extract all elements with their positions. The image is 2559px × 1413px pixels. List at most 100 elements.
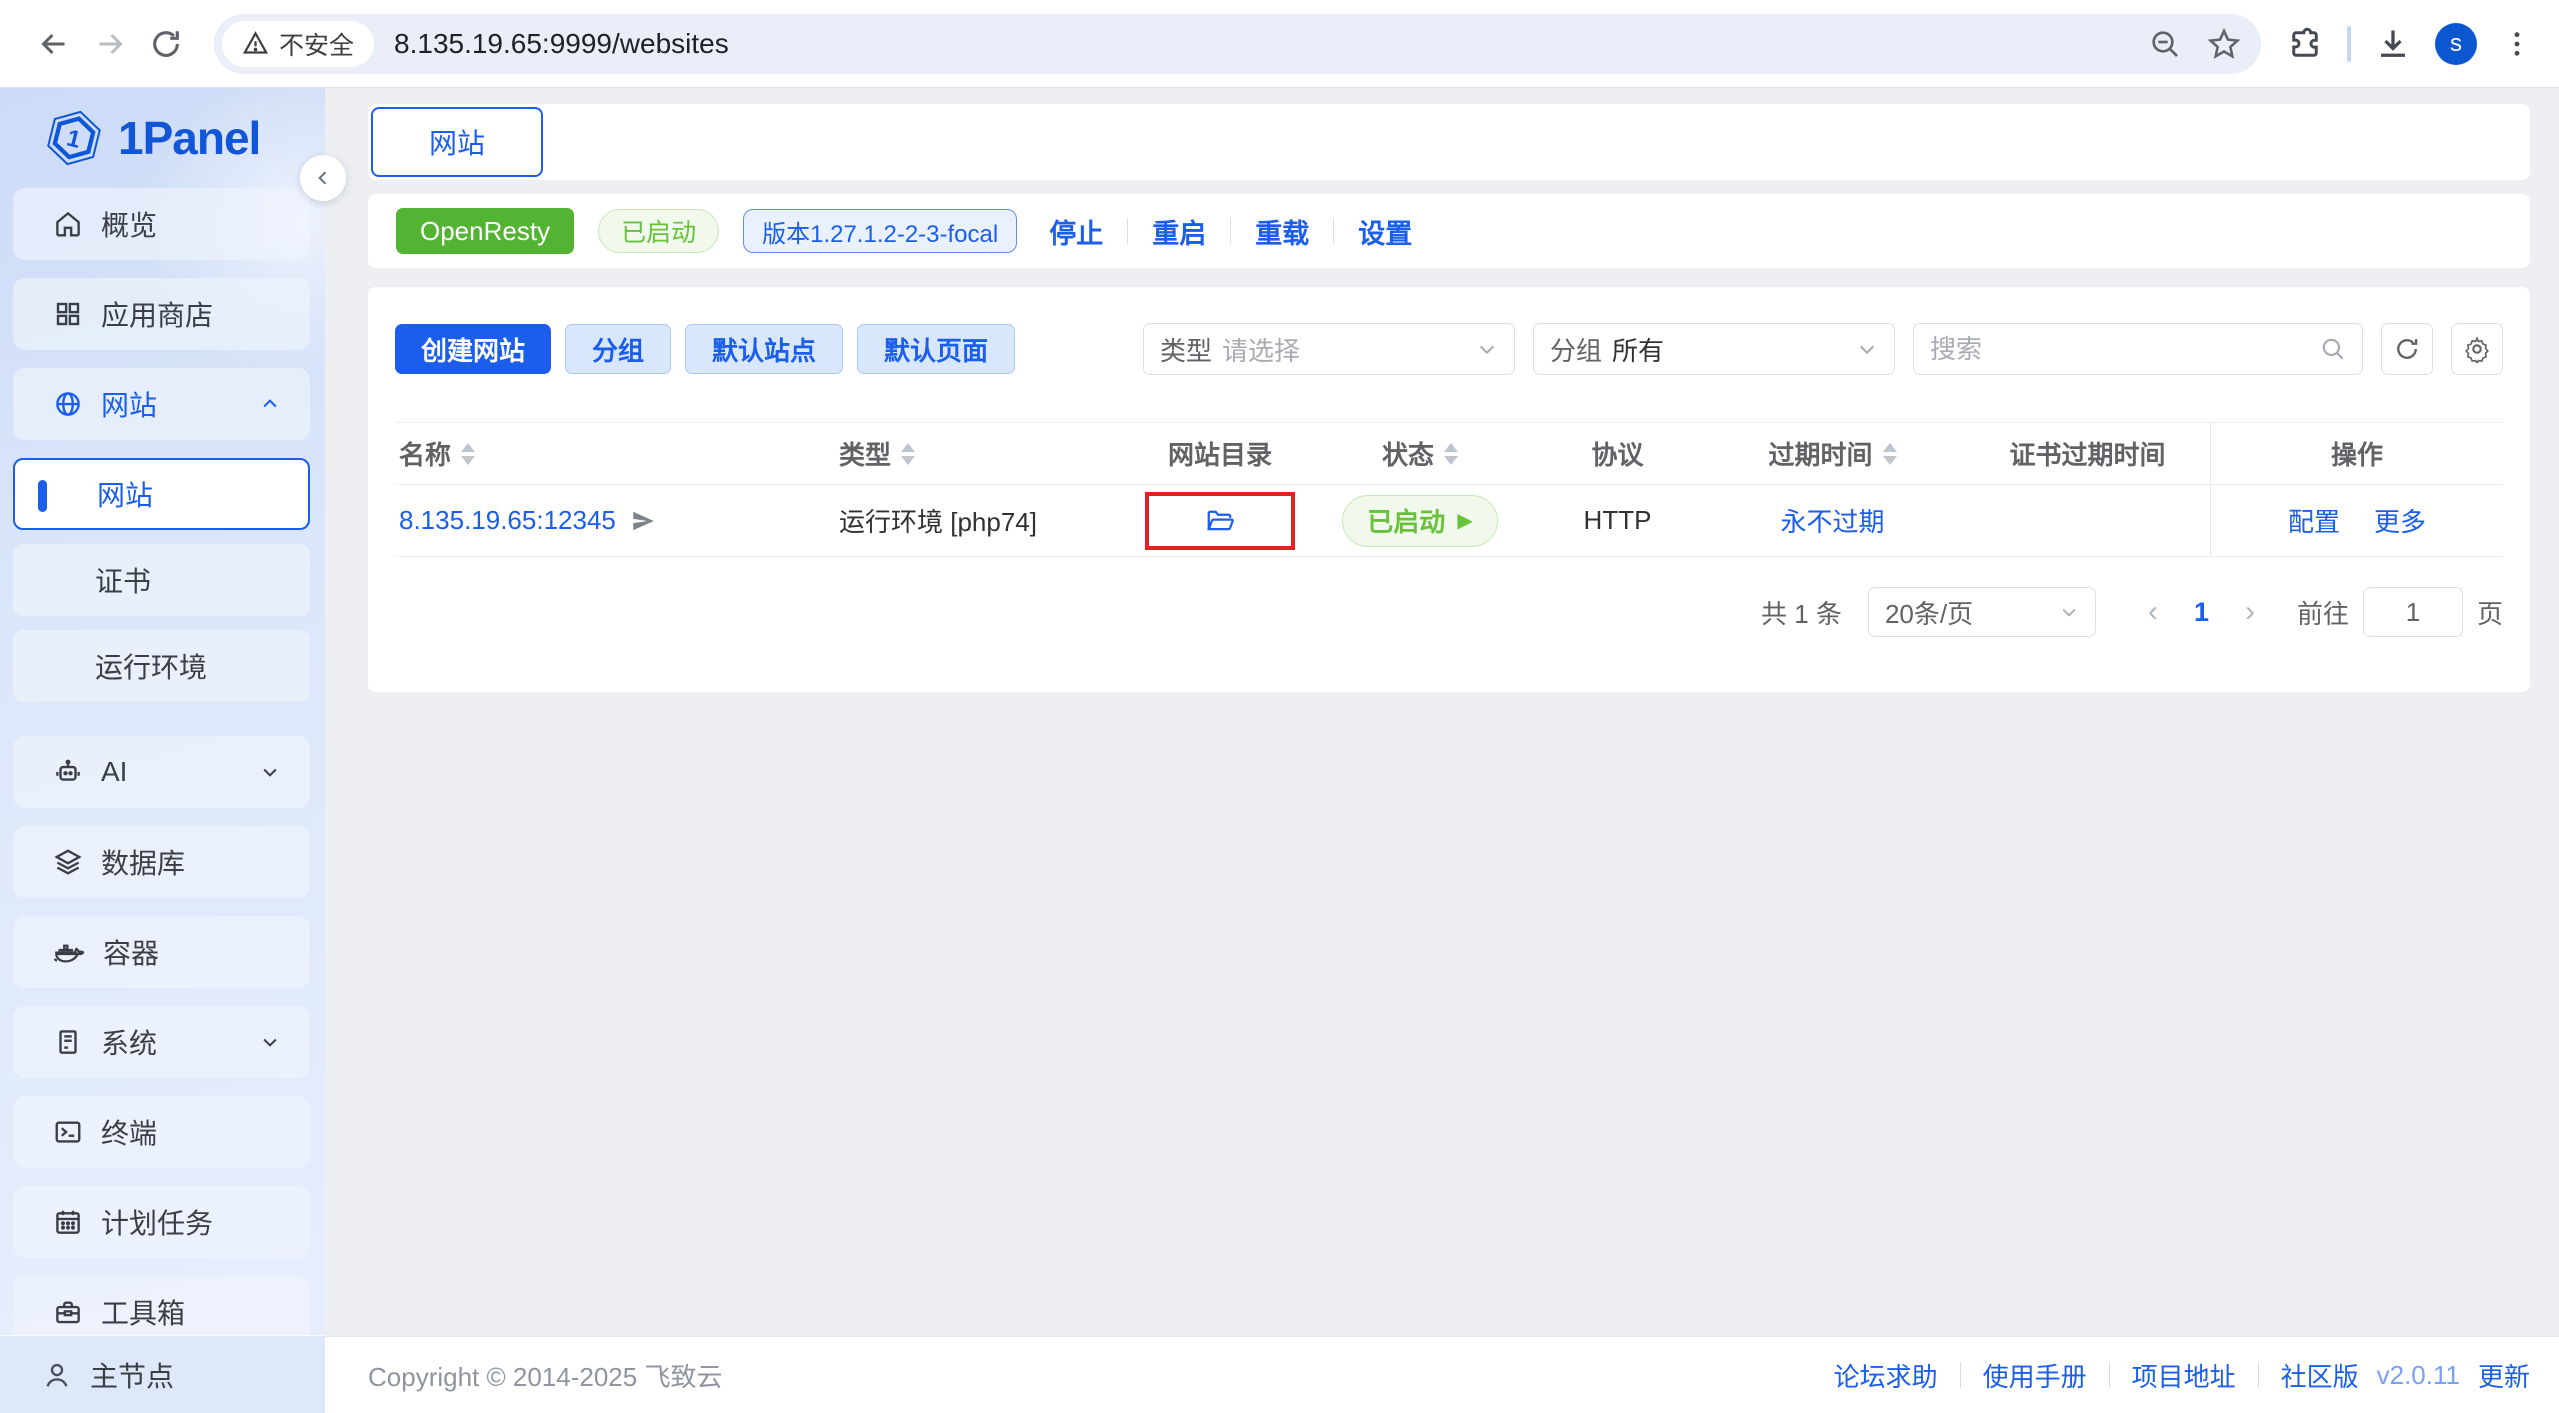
current-page[interactable]: 1: [2176, 597, 2227, 628]
group-button[interactable]: 分组: [565, 324, 671, 374]
group-select[interactable]: 分组 所有: [1533, 323, 1895, 375]
sidebar-item-ai[interactable]: AI: [13, 736, 310, 808]
engine-restart-link[interactable]: 重启: [1152, 212, 1206, 251]
browser-toolbar: 不安全 8.135.19.65:9999/websites s: [0, 0, 2559, 88]
security-label: 不安全: [279, 26, 354, 62]
sidebar-item-system[interactable]: 系统: [13, 1006, 310, 1078]
globe-icon: [53, 389, 83, 419]
engine-version-badge[interactable]: 版本1.27.1.2-2-3-focal: [743, 209, 1017, 253]
address-bar[interactable]: 不安全 8.135.19.65:9999/websites: [214, 14, 2261, 74]
page-size-select[interactable]: 20条/页: [1868, 587, 2096, 637]
sidebar-item-label: 容器: [103, 932, 280, 972]
folder-open-icon[interactable]: [1205, 506, 1235, 536]
th-type[interactable]: 类型: [835, 435, 1135, 472]
default-page-button[interactable]: 默认页面: [857, 324, 1015, 374]
prev-page-button[interactable]: ‹: [2130, 595, 2176, 629]
sidebar-item-terminal[interactable]: 终端: [13, 1096, 310, 1168]
search-icon: [2320, 336, 2346, 362]
svg-text:1: 1: [64, 125, 83, 154]
sort-caret-icon[interactable]: [461, 443, 475, 465]
open-site-send-icon[interactable]: [630, 508, 656, 534]
divider: [1960, 1362, 1961, 1388]
sidebar-menu: 概览 应用商店 网站 网站 证书 运行环境: [0, 188, 325, 1336]
config-link[interactable]: 配置: [2288, 502, 2340, 539]
tab-website[interactable]: 网站: [371, 107, 543, 177]
version-text[interactable]: v2.0.11: [2377, 1360, 2460, 1391]
chevron-down-icon: [1856, 338, 1878, 360]
sidebar-subitem-website[interactable]: 网站: [13, 458, 310, 530]
sidebar-collapse-button[interactable]: [300, 155, 346, 201]
create-website-button[interactable]: 创建网站: [395, 324, 551, 374]
browser-reload-button[interactable]: [138, 16, 194, 72]
th-name[interactable]: 名称: [395, 435, 835, 472]
engine-reload-link[interactable]: 重载: [1255, 212, 1309, 251]
extensions-icon[interactable]: [2287, 26, 2323, 62]
column-settings-button[interactable]: [2451, 323, 2503, 375]
engine-settings-link[interactable]: 设置: [1358, 212, 1412, 251]
url-text[interactable]: 8.135.19.65:9999/websites: [394, 28, 729, 60]
sidebar-subitem-runtime[interactable]: 运行环境: [13, 630, 310, 702]
sort-caret-icon[interactable]: [901, 443, 915, 465]
sidebar-item-label: AI: [101, 756, 242, 788]
update-link[interactable]: 更新: [2478, 1357, 2530, 1394]
bookmark-star-icon[interactable]: [2207, 27, 2241, 61]
sidebar-node-selector[interactable]: 主节点: [0, 1336, 325, 1413]
openresty-button[interactable]: OpenResty: [396, 208, 574, 254]
website-name-link[interactable]: 8.135.19.65:12345: [399, 505, 616, 536]
th-status[interactable]: 状态: [1305, 435, 1535, 472]
more-link[interactable]: 更多: [2374, 502, 2426, 539]
group-select-value: 所有: [1612, 331, 1664, 368]
next-page-button[interactable]: ›: [2227, 595, 2273, 629]
arrow-left-icon: [36, 26, 72, 62]
divider: [2109, 1362, 2110, 1388]
security-chip[interactable]: 不安全: [222, 21, 374, 67]
sort-caret-icon[interactable]: [1444, 443, 1458, 465]
search-field[interactable]: [1913, 323, 2363, 375]
engine-stop-link[interactable]: 停止: [1049, 212, 1103, 251]
docker-whale-icon: [53, 936, 85, 968]
chevron-down-icon: [260, 1032, 280, 1052]
website-status-badge[interactable]: 已启动 ▶: [1342, 495, 1497, 547]
sidebar-item-overview[interactable]: 概览: [13, 188, 310, 260]
download-icon[interactable]: [2375, 26, 2411, 62]
page-unit-label: 页: [2477, 594, 2503, 631]
website-type: 运行环境 [php74]: [839, 502, 1037, 539]
refresh-button[interactable]: [2381, 323, 2433, 375]
warning-triangle-icon: [242, 30, 269, 57]
sidebar-item-container[interactable]: 容器: [13, 916, 310, 988]
active-indicator-bar: [38, 480, 47, 512]
sidebar-subitem-certificate[interactable]: 证书: [13, 544, 310, 616]
sidebar-item-database[interactable]: 数据库: [13, 826, 310, 898]
zoom-out-icon[interactable]: [2149, 28, 2181, 60]
sidebar-item-cron[interactable]: 计划任务: [13, 1186, 310, 1258]
sidebar-item-app-store[interactable]: 应用商店: [13, 278, 310, 350]
goto-page-input[interactable]: [2363, 587, 2463, 637]
divider: [1127, 218, 1128, 244]
browser-profile-avatar[interactable]: s: [2435, 23, 2477, 65]
kebab-menu-icon[interactable]: [2501, 28, 2533, 60]
table-row: 8.135.19.65:12345 运行环境 [php74] 已启动 ▶: [395, 485, 2503, 557]
goto-label: 前往: [2297, 594, 2349, 631]
default-site-button[interactable]: 默认站点: [685, 324, 843, 374]
sidebar-item-toolbox[interactable]: 工具箱: [13, 1276, 310, 1336]
browser-forward-button[interactable]: [82, 16, 138, 72]
search-input[interactable]: [1930, 334, 2320, 365]
forum-help-link[interactable]: 论坛求助: [1834, 1357, 1938, 1394]
sidebar-item-website[interactable]: 网站: [13, 368, 310, 440]
manual-link[interactable]: 使用手册: [1983, 1357, 2087, 1394]
group-select-label: 分组: [1550, 331, 1602, 368]
browser-back-button[interactable]: [26, 16, 82, 72]
play-icon: ▶: [1457, 508, 1472, 533]
website-expire-link[interactable]: 永不过期: [1780, 502, 1884, 539]
community-edition-link[interactable]: 社区版: [2281, 1357, 2359, 1394]
th-expire[interactable]: 过期时间: [1700, 435, 1965, 472]
chevron-down-icon: [260, 762, 280, 782]
sidebar-item-label: 数据库: [101, 842, 280, 882]
sort-caret-icon[interactable]: [1883, 443, 1897, 465]
engine-status-badge: 已启动: [598, 209, 719, 253]
divider: [2258, 1362, 2259, 1388]
type-select[interactable]: 类型 请选择: [1143, 323, 1515, 375]
home-icon: [53, 209, 83, 239]
copyright-text: Copyright © 2014-2025 飞致云: [368, 1357, 722, 1394]
project-link[interactable]: 项目地址: [2132, 1357, 2236, 1394]
